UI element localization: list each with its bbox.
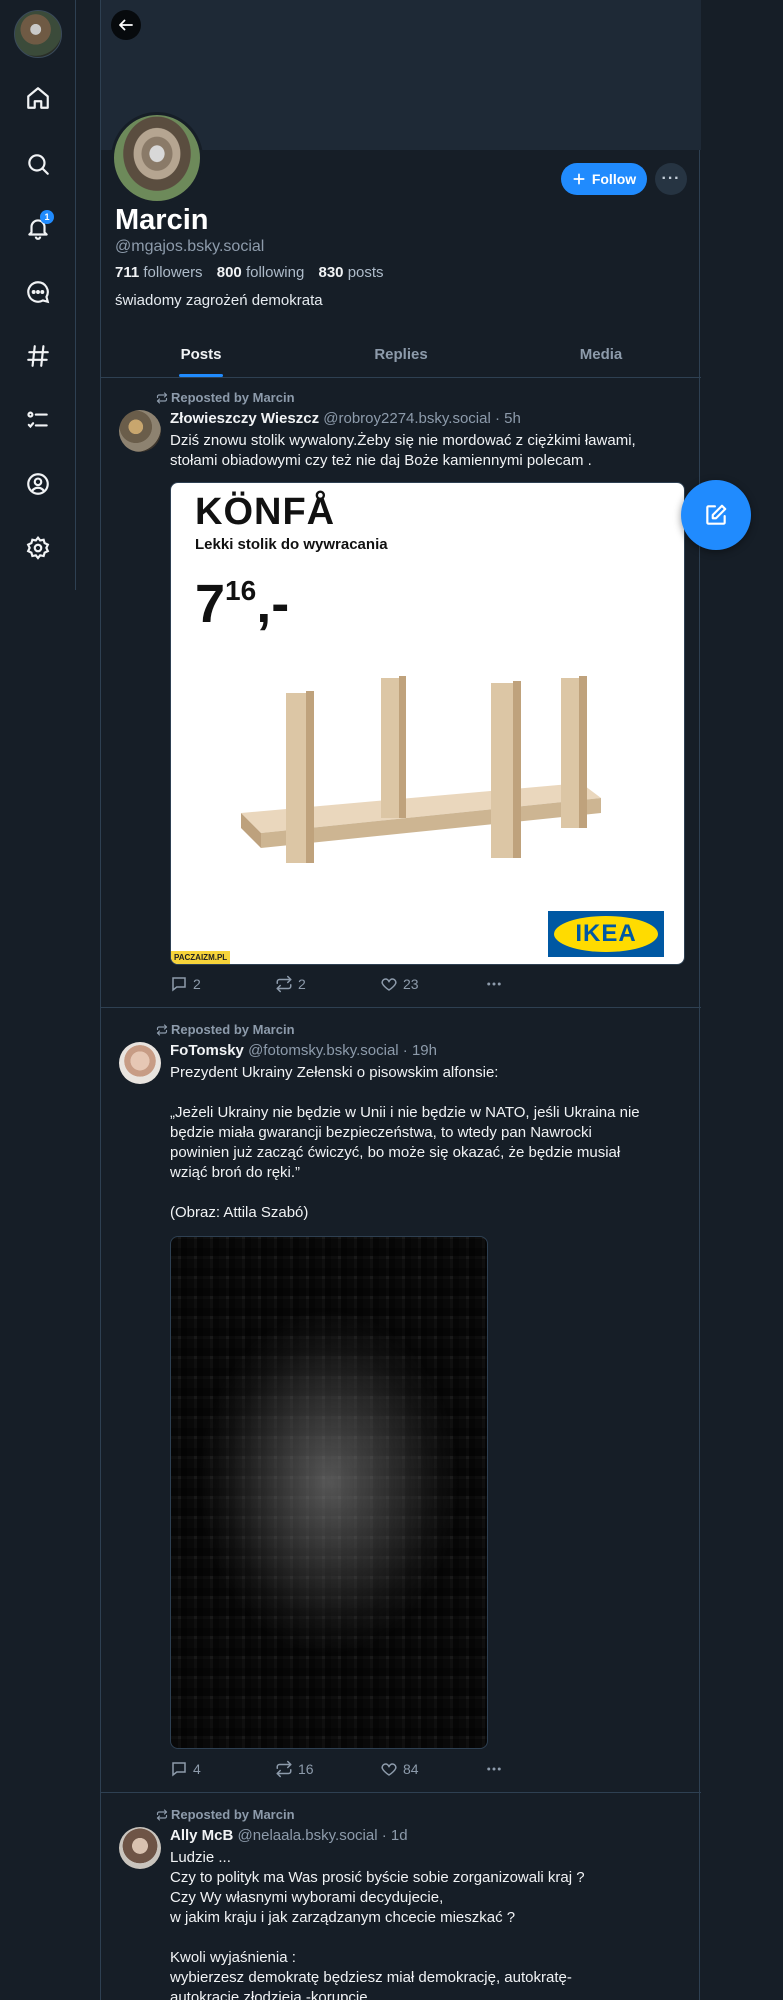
following-stat[interactable]: 800 following [217, 264, 305, 281]
reply-button[interactable]: 4 [170, 1760, 275, 1778]
post-time[interactable]: · 19h [403, 1042, 437, 1059]
repost-indicator: Reposted by Marcin [156, 1022, 295, 1037]
watermark: PACZAIZM.PL [171, 951, 231, 964]
author-handle[interactable]: @fotomsky.bsky.social [248, 1042, 399, 1059]
posts-stat: 830 posts [318, 264, 384, 281]
bell-icon[interactable]: 1 [20, 210, 56, 246]
search-icon[interactable] [20, 146, 56, 182]
profile-display-name: Marcin [115, 204, 209, 236]
table-illustration [241, 676, 601, 863]
post-time[interactable]: · 1d [382, 1827, 408, 1844]
author-avatar[interactable] [119, 410, 161, 452]
list-icon[interactable] [20, 402, 56, 438]
like-button[interactable]: 23 [380, 975, 485, 993]
ad-product-name: KÖNFÅ [195, 491, 336, 533]
follow-button[interactable]: Follow [561, 163, 647, 195]
home-icon[interactable] [20, 80, 56, 116]
hashtag-icon[interactable] [20, 338, 56, 374]
profile-column: Follow ··· Marcin @mgajos.bsky.social 71… [100, 0, 701, 2000]
profile-bio: świadomy zagrożeń demokrata [115, 292, 323, 309]
profile-icon[interactable] [20, 466, 56, 502]
post-text: Ludzie ... Czy to polityk ma Was prosić … [170, 1849, 585, 2000]
notification-badge: 1 [40, 210, 54, 224]
feed-post[interactable]: Reposted by Marcin Ally McB @nelaala.bsk… [101, 1793, 701, 2000]
ad-price: 716,- [195, 574, 290, 634]
ellipsis-icon [487, 1767, 501, 1771]
profile-tabs: Posts Replies Media [101, 332, 701, 378]
my-avatar[interactable] [14, 10, 62, 58]
ad-description: Lekki stolik do wywracania [195, 536, 388, 553]
ellipsis-icon [487, 982, 501, 986]
post-image[interactable]: KÖNFÅ Lekki stolik do wywracania 716,- I… [170, 482, 685, 965]
tab-media[interactable]: Media [501, 332, 701, 377]
tab-replies[interactable]: Replies [301, 332, 501, 377]
author-handle[interactable]: @nelaala.bsky.social [238, 1827, 378, 1844]
like-button[interactable]: 84 [380, 1760, 485, 1778]
post-time[interactable]: · 5h [495, 410, 521, 427]
post-menu-button[interactable] [485, 1760, 590, 1778]
heart-icon [381, 978, 397, 991]
repost-icon [156, 391, 168, 404]
plus-icon [573, 173, 585, 185]
post-text: Dziś znowu stolik wywalony.Żeby się nie … [170, 432, 636, 469]
post-header: Złowieszczy Wieszcz @robroy2274.bsky.soc… [170, 410, 521, 427]
post-actions: 2 2 23 [170, 974, 590, 994]
repost-indicator: Reposted by Marcin [156, 390, 295, 405]
repost-icon [156, 1023, 168, 1036]
author-avatar[interactable] [119, 1042, 161, 1084]
author-name[interactable]: Złowieszczy Wieszcz [170, 410, 319, 427]
repost-icon [276, 975, 292, 993]
more-options-button[interactable]: ··· [655, 163, 687, 195]
repost-button[interactable]: 2 [275, 975, 380, 993]
reply-icon [172, 977, 186, 992]
profile-avatar[interactable] [111, 112, 203, 204]
post-actions: 4 16 84 [170, 1759, 590, 1779]
repost-indicator: Reposted by Marcin [156, 1807, 295, 1822]
tab-posts[interactable]: Posts [101, 332, 301, 377]
post-text: Prezydent Ukrainy Zełenski o pisowskim a… [170, 1064, 640, 1221]
followers-stat[interactable]: 711 followers [115, 264, 203, 281]
author-name[interactable]: FoTomsky [170, 1042, 244, 1059]
chat-icon[interactable] [20, 274, 56, 310]
gear-icon[interactable] [20, 530, 56, 566]
repost-icon [156, 1808, 168, 1821]
left-nav: 1 [0, 0, 76, 590]
ikea-logo: IKEA [548, 911, 664, 957]
author-name[interactable]: Ally McB [170, 1827, 233, 1844]
post-header: Ally McB @nelaala.bsky.social · 1d [170, 1827, 408, 1844]
author-avatar[interactable] [119, 1827, 161, 1869]
profile-stats: 711 followers 800 following 830 posts [115, 264, 394, 281]
back-button[interactable] [111, 10, 141, 40]
post-menu-button[interactable] [485, 975, 590, 993]
heart-icon [381, 1763, 397, 1776]
post-image[interactable] [170, 1236, 488, 1749]
repost-button[interactable]: 16 [275, 1760, 380, 1778]
compose-icon [706, 504, 727, 525]
follow-label: Follow [591, 171, 637, 187]
profile-handle: @mgajos.bsky.social [115, 238, 265, 255]
reply-button[interactable]: 2 [170, 975, 275, 993]
author-handle[interactable]: @robroy2274.bsky.social [323, 410, 491, 427]
reply-icon [172, 1762, 186, 1777]
post-header: FoTomsky @fotomsky.bsky.social · 19h [170, 1042, 437, 1059]
arrow-left-icon [119, 19, 133, 31]
compose-button[interactable] [681, 480, 751, 550]
repost-icon [276, 1760, 292, 1778]
